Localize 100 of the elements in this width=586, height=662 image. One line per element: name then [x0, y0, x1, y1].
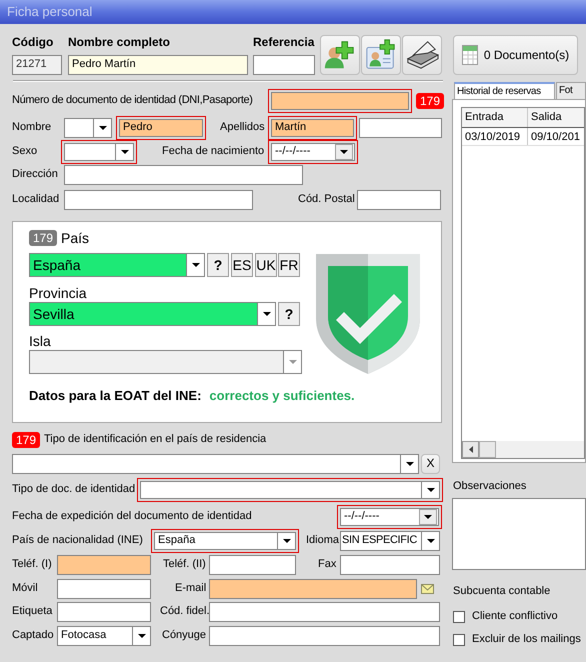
text-field[interactable] — [64, 165, 303, 185]
tab[interactable]: Fot — [556, 82, 586, 99]
spreadsheet-icon — [462, 45, 478, 65]
checkbox[interactable] — [453, 611, 465, 623]
caret-icon — [120, 150, 128, 154]
field-label: Localidad — [12, 193, 60, 207]
caret-icon — [406, 462, 414, 466]
checkbox[interactable] — [453, 634, 465, 646]
caret-icon — [282, 538, 290, 542]
caret-icon — [288, 360, 296, 364]
count-badge: 179 — [416, 93, 444, 109]
field-label: Fax — [318, 558, 336, 572]
country-button[interactable]: FR — [278, 253, 300, 277]
field-label: Dirección — [12, 168, 58, 182]
caret-icon — [98, 126, 106, 130]
caret-icon — [262, 312, 270, 316]
field-label: Observaciones — [453, 480, 526, 494]
text-field[interactable] — [64, 190, 253, 210]
caret-icon — [424, 514, 432, 518]
help-button[interactable]: ? — [278, 302, 300, 326]
text-field[interactable] — [340, 555, 440, 575]
toolbar-button[interactable] — [402, 35, 442, 75]
clear-button[interactable]: X — [421, 454, 440, 474]
text-field[interactable] — [57, 555, 151, 575]
dropdown[interactable]: España — [151, 528, 299, 552]
scroll-left-button[interactable] — [462, 441, 479, 458]
dropdown[interactable]: España — [29, 253, 205, 277]
text-field[interactable]: Pedro Martín — [68, 55, 248, 75]
documents-button[interactable]: 0 Documento(s) — [453, 35, 578, 75]
field-label: Teléf. (II) — [163, 558, 206, 572]
scroll-thumb[interactable] — [479, 441, 496, 458]
dropdown[interactable]: Fotocasa — [57, 626, 151, 646]
field-label: Cód. fidel. — [160, 605, 210, 619]
text-field[interactable]: Martín — [268, 116, 357, 140]
text-field[interactable] — [209, 555, 296, 575]
text-field[interactable] — [359, 118, 442, 138]
caret-icon — [426, 538, 434, 542]
caret-icon — [340, 150, 348, 154]
field-label: Cónyuge — [162, 629, 206, 643]
country-button[interactable]: ES — [231, 253, 253, 277]
field-label: Nombre — [12, 120, 52, 134]
field-label: Sexo — [12, 144, 38, 158]
field-label: Número de documento de identidad (DNI,Pasaporte) — [12, 94, 253, 108]
field-label: Provincia — [29, 285, 87, 302]
field-label: Móvil — [12, 582, 38, 596]
column-header[interactable]: Entrada — [462, 108, 528, 127]
column-header[interactable]: Salida — [528, 108, 586, 127]
field-label: Código — [12, 35, 54, 50]
text-field[interactable] — [57, 579, 151, 599]
status-text: correctos y suficientes. — [209, 388, 355, 404]
count-badge: 179 — [29, 230, 58, 246]
field-label: Captado — [12, 629, 54, 643]
text-field[interactable] — [357, 190, 441, 210]
window-title: Ficha personal — [0, 0, 586, 24]
caret-icon — [138, 634, 146, 638]
field-label: Apellidos — [220, 120, 265, 134]
date-field[interactable]: --/--/---- — [337, 504, 442, 528]
dropdown[interactable]: SIN ESPECIFIC — [340, 530, 440, 550]
caret-icon — [426, 488, 434, 492]
field-label: Cliente conflictivo — [472, 610, 558, 624]
dropdown[interactable]: Sevilla — [29, 302, 276, 326]
text-field[interactable] — [57, 602, 151, 622]
field-label: Subcuenta contable — [453, 585, 550, 599]
dropdown[interactable] — [61, 140, 137, 164]
text-field[interactable] — [209, 602, 440, 622]
field-label: Isla — [29, 333, 51, 350]
status-label: Datos para la EOAT del INE: — [29, 388, 202, 404]
arrow-left-icon — [468, 446, 472, 453]
field-label: Excluir de los mailings — [472, 633, 581, 647]
field-label: Nombre completo — [68, 35, 172, 50]
text-field[interactable] — [253, 55, 315, 75]
shield-check-icon — [316, 254, 420, 374]
envelope-icon — [421, 584, 434, 594]
text-field[interactable] — [268, 89, 412, 113]
caret-icon — [192, 263, 200, 267]
field-label: País de nacionalidad (INE) — [12, 534, 143, 548]
text-field[interactable] — [209, 626, 440, 646]
notes-field[interactable] — [452, 498, 586, 570]
field-label: Tipo de identificación en el país de residencia — [44, 432, 266, 446]
count-badge: 179 — [12, 432, 40, 448]
field-label: Idioma — [306, 534, 340, 548]
text-field[interactable] — [209, 579, 417, 599]
text-field[interactable]: Pedro — [116, 116, 206, 140]
field-label: País — [61, 230, 90, 246]
table-cell: 03/10/2019 — [462, 128, 528, 145]
country-button[interactable]: ? — [207, 253, 229, 277]
field-label: Referencia — [253, 35, 315, 50]
field-label: E-mail — [175, 582, 206, 596]
field-label: Tipo de doc. de identidad — [12, 482, 136, 496]
field-label: Etiqueta — [12, 605, 52, 619]
field-label: Fecha de nacimiento — [162, 144, 264, 158]
dropdown[interactable] — [137, 478, 443, 502]
field-label: Teléf. (I) — [12, 558, 52, 572]
date-field[interactable]: --/--/---- — [268, 140, 358, 164]
country-button[interactable]: UK — [255, 253, 277, 277]
tab[interactable]: Historial de reservas — [454, 82, 555, 99]
dropdown[interactable] — [12, 454, 419, 474]
table-cell: 09/10/201 — [528, 128, 586, 145]
dropdown[interactable] — [64, 118, 112, 138]
field-label: Fecha de expedición del documento de identidad — [12, 510, 252, 524]
